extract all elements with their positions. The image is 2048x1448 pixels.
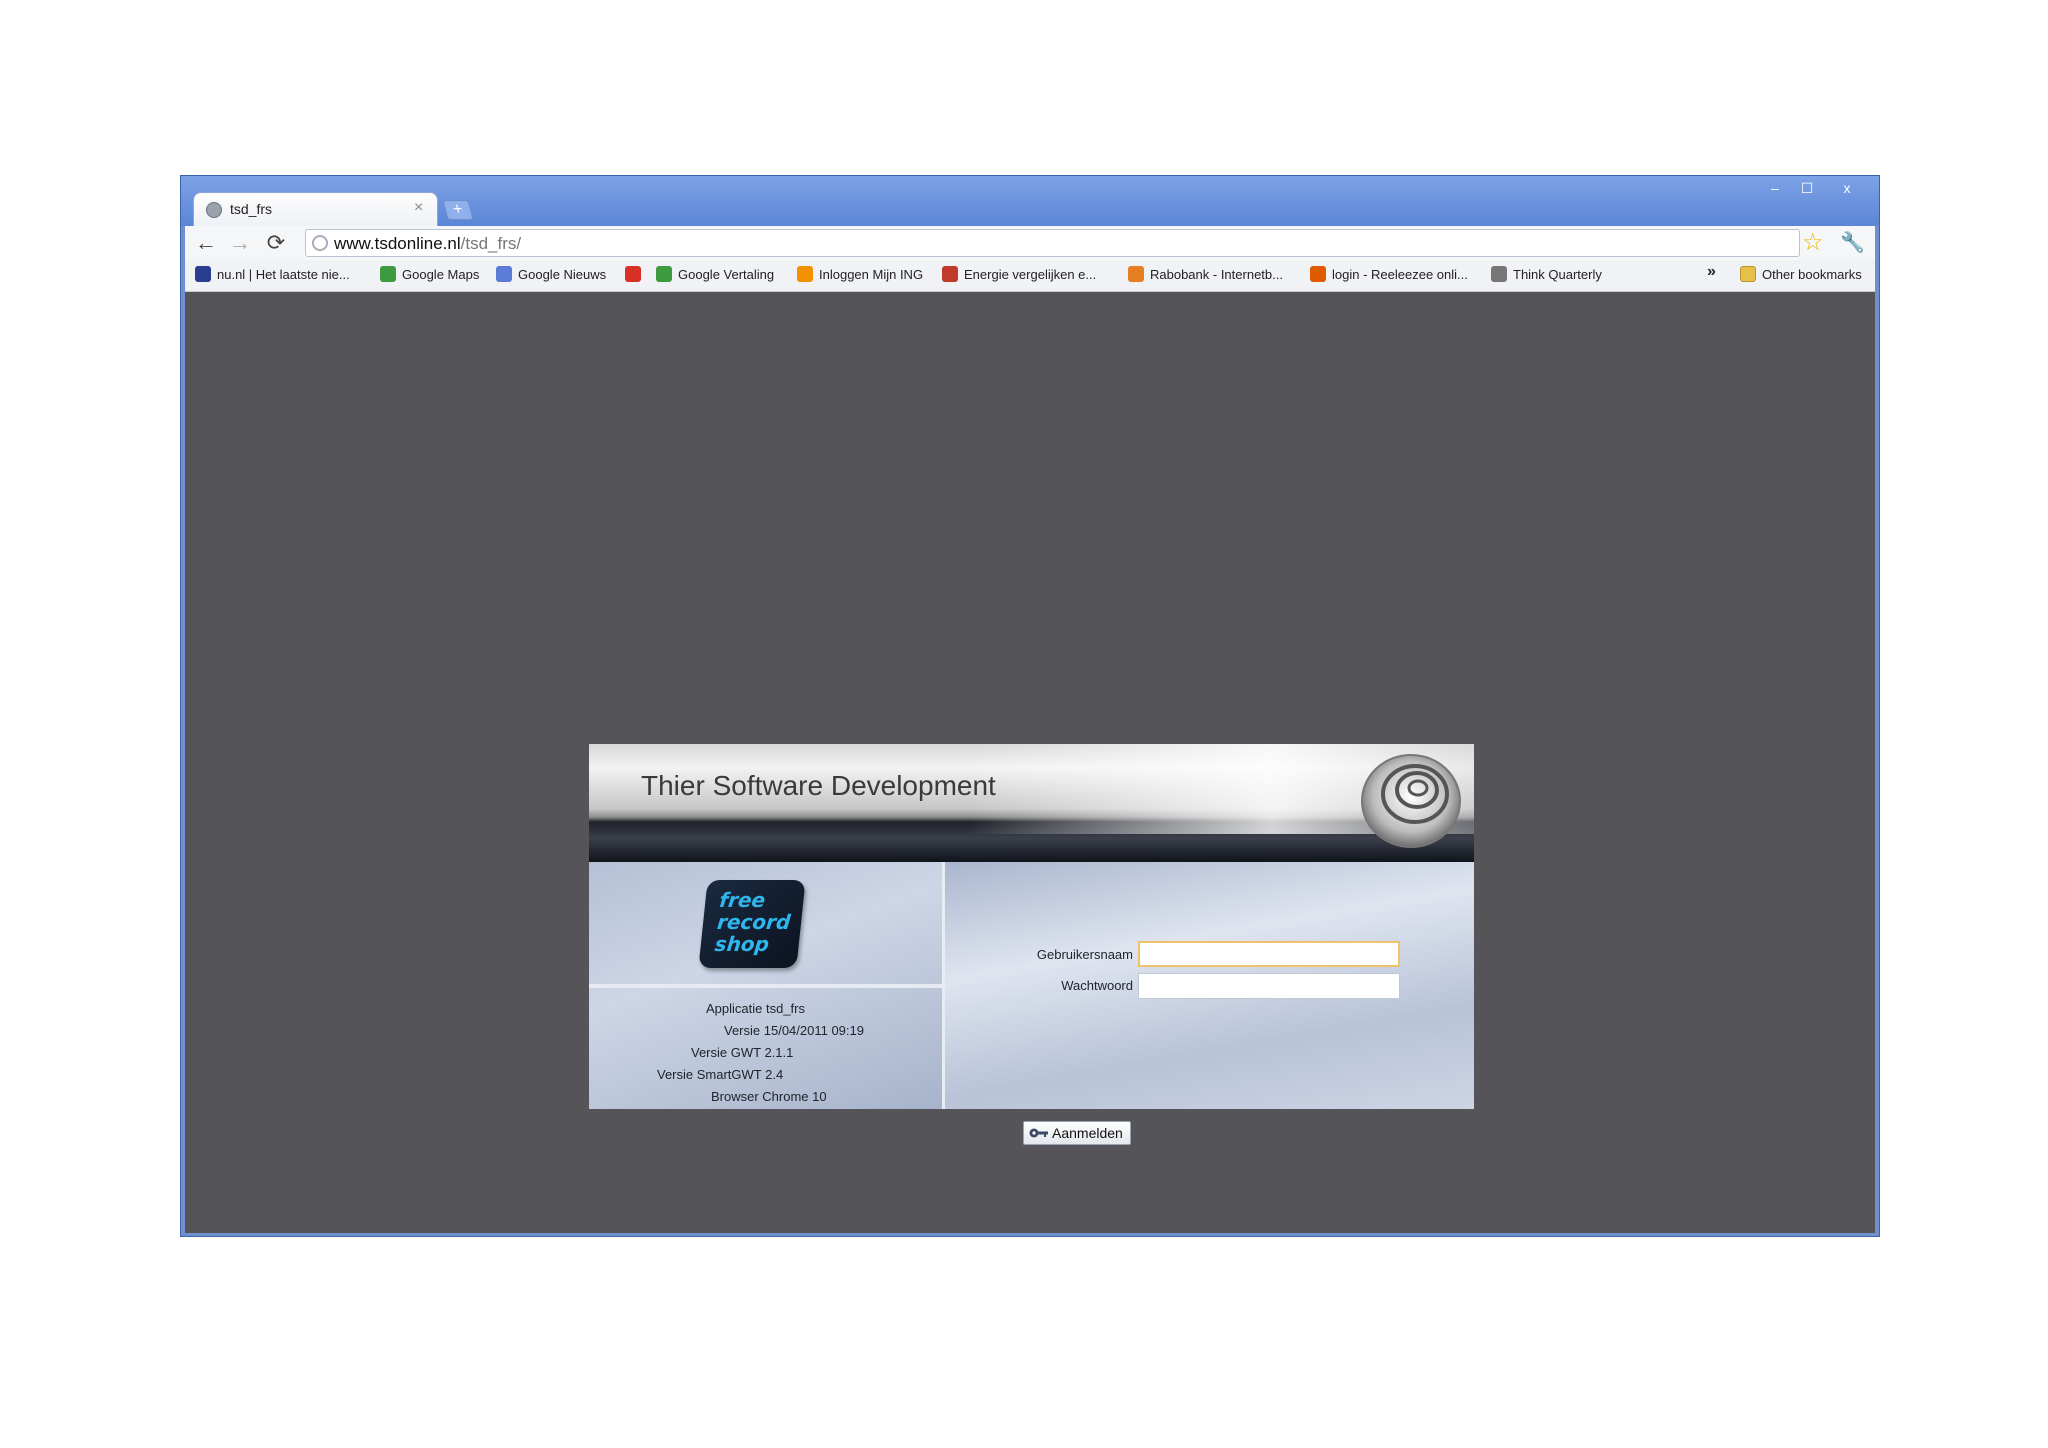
bookmark-energie[interactable]: Energie vergelijken e...: [942, 266, 1096, 282]
browser-window: tsd_frs × + – ☐ x ← → ⟳ www.tsdonline.nl…: [180, 175, 1880, 1237]
reeleezee-icon: [1310, 266, 1326, 282]
nu-nl-icon: [195, 266, 211, 282]
info-browser: Browser Chrome 10: [711, 1089, 827, 1104]
bookmark-reeleezee[interactable]: login - Reeleezee onli...: [1310, 266, 1468, 282]
google-maps-icon: [380, 266, 396, 282]
info-app: Applicatie tsd_frs: [706, 1001, 805, 1016]
info-divider: [589, 984, 942, 988]
think-quarterly-icon: [1491, 266, 1507, 282]
page-info-icon[interactable]: [312, 235, 328, 251]
info-version: Versie 15/04/2011 09:19: [724, 1023, 864, 1038]
bookmark-google-vertaling[interactable]: Google Vertaling: [656, 266, 774, 282]
bookmarks-bar: nu.nl | Het laatste nie... Google Maps G…: [185, 260, 1875, 292]
banner-title: Thier Software Development: [641, 770, 996, 801]
energie-icon: [942, 266, 958, 282]
tab-title: tsd_frs: [230, 201, 273, 217]
bookmarks-overflow-chevron-icon[interactable]: »: [1707, 263, 1716, 281]
close-window-button[interactable]: x: [1833, 179, 1861, 197]
tab-favicon-icon: [206, 202, 222, 218]
rabobank-icon: [1128, 266, 1144, 282]
page-viewport: Thier Software Development free record s…: [185, 292, 1875, 1233]
bookmark-google-nieuws[interactable]: Google Nieuws: [496, 266, 606, 282]
forward-icon[interactable]: →: [227, 230, 253, 256]
folder-icon: [1740, 266, 1756, 282]
ing-lion-icon: [797, 266, 813, 282]
gmail-icon: [625, 266, 641, 282]
free-record-shop-logo: free record shop: [698, 880, 806, 968]
section-divider: [942, 862, 945, 1109]
bookmark-google-maps[interactable]: Google Maps: [380, 266, 479, 282]
bookmark-think-quarterly[interactable]: Think Quarterly: [1491, 266, 1602, 282]
bookmark-gmail[interactable]: [625, 266, 647, 282]
url-path: /tsd_frs/: [460, 234, 522, 253]
maximize-button[interactable]: ☐: [1793, 179, 1821, 197]
login-panel: Thier Software Development free record s…: [589, 744, 1474, 1145]
address-bar[interactable]: www.tsdonline.nl/tsd_frs/: [305, 229, 1800, 257]
url-host: www.tsdonline.nl: [334, 234, 461, 253]
browser-toolbar: ← → ⟳ www.tsdonline.nl/tsd_frs/ ☆ 🔧: [185, 226, 1875, 260]
info-smartgwt: Versie SmartGWT 2.4: [657, 1067, 784, 1082]
password-input[interactable]: [1138, 973, 1400, 999]
tab-close-icon[interactable]: ×: [414, 199, 423, 217]
username-label: Gebruikersnaam: [1036, 947, 1133, 962]
bookmark-ing[interactable]: Inloggen Mijn ING: [797, 266, 923, 282]
reload-icon[interactable]: ⟳: [263, 230, 289, 256]
info-gwt: Versie GWT 2.1.1: [691, 1045, 794, 1060]
new-tab-button[interactable]: +: [442, 200, 474, 220]
back-icon[interactable]: ←: [193, 230, 219, 256]
address-url: www.tsdonline.nl/tsd_frs/: [334, 234, 521, 254]
username-input[interactable]: [1138, 941, 1400, 967]
google-translate-icon: [656, 266, 672, 282]
wrench-menu-icon[interactable]: 🔧: [1840, 230, 1865, 255]
key-icon: [1029, 1128, 1048, 1138]
other-bookmarks[interactable]: Other bookmarks: [1740, 266, 1862, 282]
title-bar: tsd_frs × + – ☐ x: [181, 176, 1879, 226]
bookmark-rabobank[interactable]: Rabobank - Internetb...: [1128, 266, 1283, 282]
password-label: Wachtwoord: [1061, 978, 1133, 993]
bookmark-star-icon[interactable]: ☆: [1802, 228, 1824, 257]
tab-tsd-frs[interactable]: tsd_frs ×: [193, 192, 438, 226]
minimize-button[interactable]: –: [1761, 179, 1789, 197]
google-news-icon: [496, 266, 512, 282]
bookmark-nu-nl[interactable]: nu.nl | Het laatste nie...: [195, 266, 350, 282]
spiral-logo-icon: [1361, 754, 1461, 848]
